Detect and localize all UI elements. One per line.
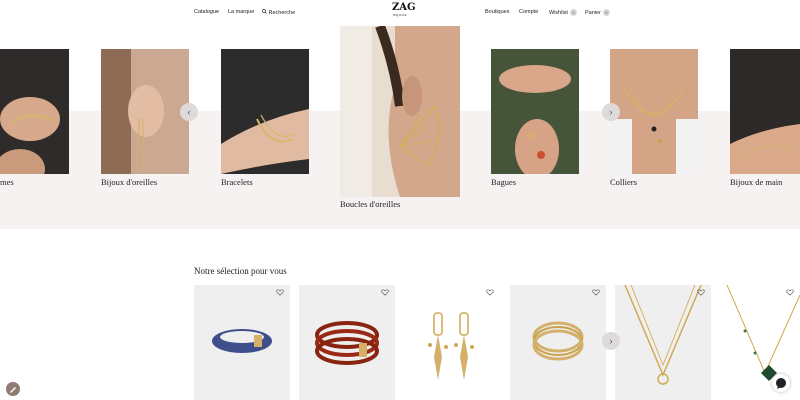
pencil-icon xyxy=(10,387,16,393)
wishlist-heart-icon[interactable] xyxy=(697,289,705,296)
nav-la-marque[interactable]: La marque xyxy=(228,9,254,15)
gold-earrings-icon xyxy=(428,312,474,380)
category-image-bijoux-de-main[interactable] xyxy=(730,49,800,174)
nav-boutiques[interactable]: Boutiques xyxy=(485,9,509,15)
category-label[interactable]: Bagues xyxy=(491,177,516,187)
product-card[interactable] xyxy=(299,285,395,400)
product-card[interactable] xyxy=(615,285,711,400)
category-label[interactable]: mes xyxy=(0,177,14,187)
ear-photo-icon xyxy=(101,49,189,174)
nav-catalogue[interactable]: Catalogue xyxy=(194,9,219,15)
section-title: Notre sélection pour vous xyxy=(194,266,287,276)
wishlist-heart-icon[interactable] xyxy=(786,289,794,296)
category-image-colliers[interactable] xyxy=(610,49,698,174)
wishlist-count-badge: 0 xyxy=(569,9,577,16)
wishlist-heart-icon[interactable] xyxy=(486,289,494,296)
category-image-bagues[interactable] xyxy=(491,49,579,174)
gold-bangle-icon xyxy=(532,321,584,361)
nav-compte[interactable]: Compte xyxy=(519,9,538,15)
nav-panier[interactable]: Panier 0 xyxy=(585,9,610,16)
product-card[interactable] xyxy=(194,285,290,400)
category-label[interactable]: Bijoux d'oreilles xyxy=(101,177,157,187)
necklace-photo-icon xyxy=(610,49,698,174)
wishlist-heart-icon[interactable] xyxy=(592,289,600,296)
category-image-boucles-oreilles[interactable] xyxy=(340,26,460,197)
category-image-bracelets[interactable] xyxy=(221,49,309,174)
wishlist-heart-icon[interactable] xyxy=(276,289,284,296)
red-bangles-icon xyxy=(315,321,379,365)
carousel-prev-button[interactable]: ‹ xyxy=(180,103,198,121)
brand-logo[interactable]: ZAG BIJOUX xyxy=(392,3,416,21)
product-card[interactable] xyxy=(404,285,500,400)
carousel-next-button[interactable]: › xyxy=(602,103,620,121)
cart-count-badge: 0 xyxy=(602,9,610,16)
hand-chain-photo-icon xyxy=(730,49,800,174)
chat-icon xyxy=(776,378,786,389)
wishlist-heart-icon[interactable] xyxy=(381,289,389,296)
category-label[interactable]: Bijoux de main xyxy=(730,177,782,187)
category-label[interactable]: Bracelets xyxy=(221,177,253,187)
product-card[interactable] xyxy=(510,285,606,400)
nav-wishlist[interactable]: Wishlist 0 xyxy=(549,9,577,16)
category-label[interactable]: Colliers xyxy=(610,177,637,187)
chat-button[interactable] xyxy=(772,374,790,392)
category-image-bijoux-femmes[interactable] xyxy=(0,49,69,174)
floating-edit-button[interactable] xyxy=(6,382,20,396)
nav-recherche[interactable]: Recherche xyxy=(262,9,295,16)
category-label[interactable]: Boucles d'oreilles xyxy=(340,199,400,209)
site-header: Catalogue La marque Recherche ZAG BIJOUX… xyxy=(0,0,800,26)
category-image-bijoux-oreilles[interactable] xyxy=(101,49,189,174)
bracelet-photo-icon xyxy=(221,49,309,174)
earring-photo-icon xyxy=(340,26,460,197)
search-icon xyxy=(262,9,267,14)
rings-photo-icon xyxy=(491,49,579,174)
selection-next-button[interactable]: › xyxy=(602,332,620,350)
hands-photo-icon xyxy=(0,49,69,174)
gold-necklace-icon xyxy=(624,285,702,385)
blue-bangle-icon xyxy=(212,329,272,353)
